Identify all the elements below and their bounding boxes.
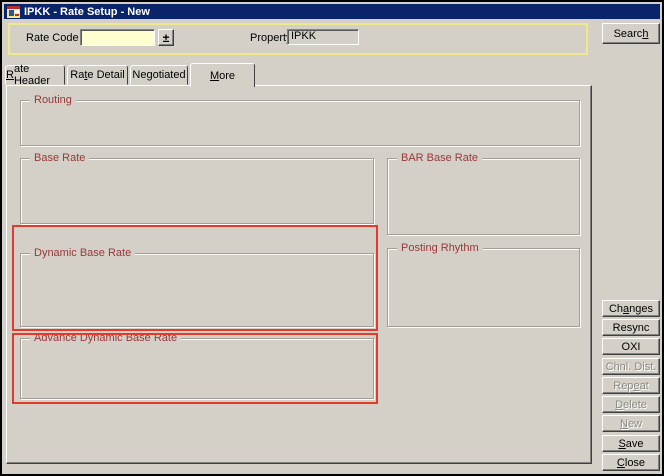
close-button[interactable]: Close (602, 454, 660, 471)
new-button: New (602, 415, 660, 432)
advance-dynamic-base-rate-group: Advance Dynamic Base Rate (20, 338, 374, 399)
posting-rhythm-group-title: Posting Rhythm (397, 242, 483, 255)
bar-base-rate-group: BAR Base Rate (387, 158, 580, 235)
advance-dynamic-base-rate-group-title: Advance Dynamic Base Rate (30, 332, 181, 345)
lov-icon: ± (163, 33, 170, 43)
changes-button[interactable]: Changes (602, 300, 660, 317)
routing-group-title: Routing (30, 94, 76, 107)
property-field: IPKK (287, 29, 359, 45)
bar-base-rate-group-title: BAR Base Rate (397, 152, 482, 165)
rate-setup-window: IPKK - Rate Setup - New Rate Code ± Prop… (0, 0, 664, 476)
window-icon (7, 6, 20, 18)
posting-rhythm-group: Posting Rhythm (387, 248, 580, 327)
window-title: IPKK - Rate Setup - New (24, 6, 150, 18)
chnl-dist-button: Chnl. Dist. (602, 358, 660, 375)
dynamic-base-rate-group-title: Dynamic Base Rate (30, 247, 135, 260)
search-button[interactable]: Search (602, 23, 660, 44)
tab-negotiated[interactable]: Negotiated (130, 65, 188, 85)
property-label: Property (250, 32, 292, 45)
delete-button: Delete (602, 396, 660, 413)
title-bar: IPKK - Rate Setup - New (4, 4, 660, 19)
tab-rate-header[interactable]: Rate Header (5, 65, 65, 85)
dynamic-base-rate-group: Dynamic Base Rate (20, 253, 374, 327)
oxi-button[interactable]: OXI (602, 338, 660, 355)
rate-code-label: Rate Code (26, 32, 74, 45)
base-rate-group-title: Base Rate (30, 152, 89, 165)
tab-rate-detail[interactable]: Rate Detail (67, 65, 128, 85)
resync-button[interactable]: Resync (602, 319, 660, 336)
save-button[interactable]: Save (602, 435, 660, 452)
rate-code-input[interactable] (80, 29, 155, 46)
base-rate-group: Base Rate (20, 158, 374, 224)
routing-group: Routing (20, 100, 580, 146)
repeat-button: Repeat (602, 377, 660, 394)
rate-code-lov-button[interactable]: ± (158, 29, 174, 46)
tab-more[interactable]: More (190, 63, 255, 87)
